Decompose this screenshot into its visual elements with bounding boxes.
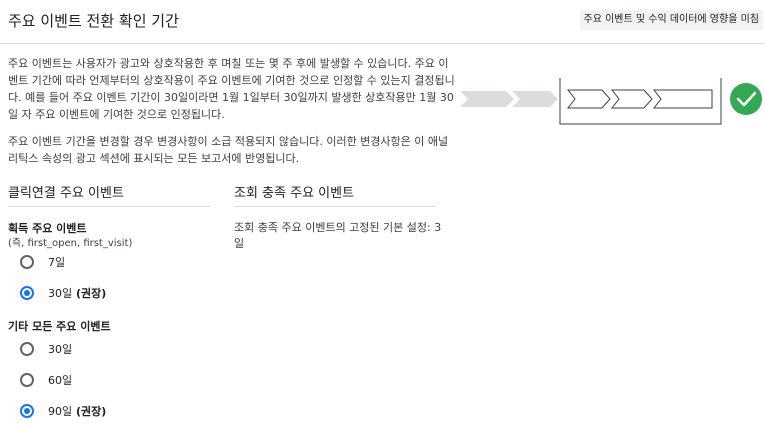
- view-through-setting-text: 조회 충족 주요 이벤트의 고정된 기본 설정: 3일: [234, 221, 442, 250]
- radio-button-selected-icon[interactable]: [20, 404, 34, 418]
- view-through-section-title: 조회 충족 주요 이벤트: [234, 186, 355, 201]
- conversion-window-illustration: [460, 78, 762, 125]
- arrow-chevron-icon: [652, 89, 713, 109]
- radio-label: 90일 (권장): [48, 405, 107, 418]
- arrow-chevron-icon: [512, 91, 558, 107]
- description-paragraph-2: 주요 이벤트 기간을 변경할 경우 변경사항이 소급 적용되지 않습니다. 이러…: [8, 135, 449, 165]
- radio-button-selected-icon[interactable]: [20, 286, 34, 300]
- divider: [8, 206, 210, 207]
- acquisition-group-subtitle: (즉, first_open, first_visit): [8, 238, 133, 249]
- page-title: 주요 이벤트 전환 확인 기간: [8, 12, 179, 30]
- divider: [234, 206, 436, 207]
- radio-acquisition-30-days[interactable]: 30일 (권장): [20, 283, 106, 303]
- radio-label: 7일: [48, 256, 66, 269]
- arrow-chevron-icon: [460, 91, 514, 107]
- radio-button-icon[interactable]: [20, 373, 34, 387]
- click-through-section-title: 클릭연결 주요 이벤트: [8, 186, 124, 201]
- description-paragraph-1: 주요 이벤트는 사용자가 광고와 상호작용한 후 며칠 또는 몇 주 후에 발생…: [8, 57, 455, 121]
- radio-button-icon[interactable]: [20, 342, 34, 356]
- header-bar: 주요 이벤트 전환 확인 기간 주요 이벤트 및 수익 데이터에 영향을 미침: [0, 0, 765, 44]
- radio-other-60-days[interactable]: 60일: [20, 370, 72, 390]
- radio-other-30-days[interactable]: 30일: [20, 339, 72, 359]
- radio-label: 30일 (권장): [48, 287, 107, 300]
- radio-label: 30일: [48, 343, 73, 356]
- radio-other-90-days[interactable]: 90일 (권장): [20, 401, 106, 421]
- radio-button-icon[interactable]: [20, 255, 34, 269]
- radio-label: 60일: [48, 374, 73, 387]
- radio-acquisition-7-days[interactable]: 7일: [20, 252, 65, 272]
- other-events-group-title: 기타 모든 주요 이벤트: [8, 320, 111, 333]
- impact-badge: 주요 이벤트 및 수익 데이터에 영향을 미침: [579, 10, 763, 30]
- check-circle-icon: [730, 83, 762, 115]
